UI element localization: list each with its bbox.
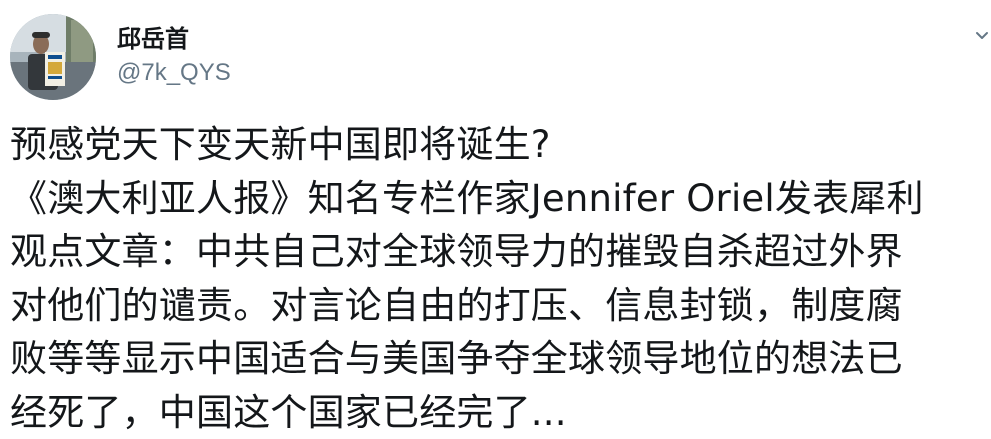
tweet-text-line: 预感党天下变天新中国即将诞生? (10, 118, 985, 172)
user-handle[interactable]: @7k_QYS (117, 58, 231, 88)
user-info[interactable]: 邱岳首 @7k_QYS (117, 24, 231, 88)
tweet-card: 邱岳首 @7k_QYS 预感党天下变天新中国即将诞生? 《澳大利亚人报》知名专栏… (0, 0, 991, 431)
avatar[interactable] (10, 14, 96, 100)
display-name[interactable]: 邱岳首 (117, 24, 231, 54)
chevron-down-icon[interactable] (973, 26, 991, 44)
tweet-text: 预感党天下变天新中国即将诞生? 《澳大利亚人报》知名专栏作家Jennifer O… (10, 118, 985, 439)
tweet-text-line: 败等等显示中国适合与美国争夺全球领导地位的想法已 (10, 332, 985, 386)
tweet-text-line: 观点文章：中共自己对全球领导力的摧毁自杀超过外界 (10, 225, 985, 279)
tweet-header: 邱岳首 @7k_QYS (10, 14, 970, 104)
profile-photo (10, 14, 96, 100)
tweet-text-line: 《澳大利亚人报》知名专栏作家Jennifer Oriel发表犀利 (10, 172, 985, 226)
tweet-text-line: 对他们的谴责。对言论自由的打压、信息封锁，制度腐 (10, 279, 985, 333)
